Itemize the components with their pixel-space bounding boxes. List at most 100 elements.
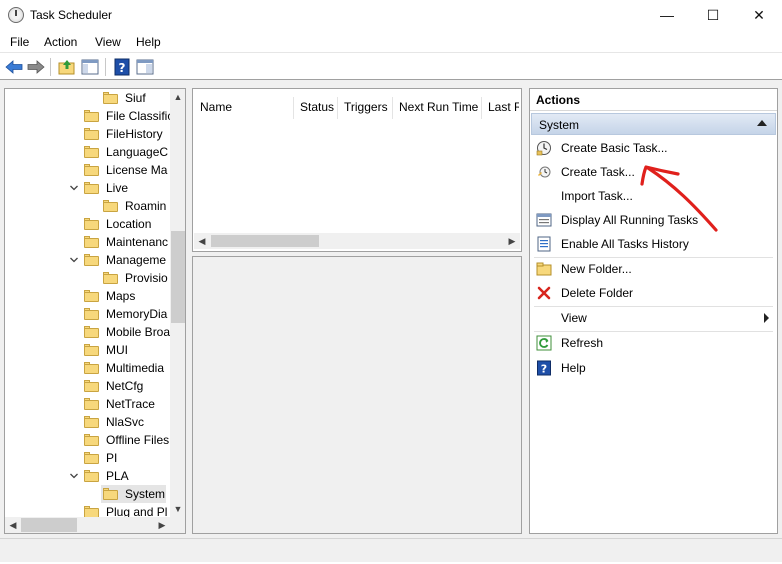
tree-item[interactable]: NetTrace <box>5 395 170 413</box>
folder-icon <box>84 362 100 374</box>
folder-icon <box>84 164 100 176</box>
tree-item[interactable]: FileHistory <box>5 125 170 143</box>
show-hide-action-pane-icon[interactable] <box>135 57 155 77</box>
folder-icon <box>84 110 100 122</box>
folder-icon <box>84 218 100 230</box>
column-last-run[interactable]: Last R <box>482 97 519 119</box>
scroll-left-icon[interactable]: ◀ <box>5 517 21 533</box>
tree-item[interactable]: NlaSvc <box>5 413 170 431</box>
action-view[interactable]: View <box>530 307 777 329</box>
refresh-icon <box>536 335 552 351</box>
forward-icon[interactable] <box>26 57 46 77</box>
tree-item-label: Location <box>106 217 152 231</box>
create-basic-task-icon <box>536 141 551 156</box>
tree-item[interactable]: Location <box>5 215 170 233</box>
task-list-horizontal-scrollbar[interactable]: ◀ ▶ <box>194 233 520 249</box>
action-help[interactable]: ? Help <box>530 357 777 379</box>
tree-item-label: NetTrace <box>106 397 155 411</box>
tree-item[interactable]: Manageme <box>5 251 170 269</box>
minimize-button[interactable]: — <box>644 0 690 31</box>
column-next-run-time[interactable]: Next Run Time <box>393 97 482 119</box>
tree-scroll-thumb[interactable] <box>171 231 185 323</box>
action-new-folder[interactable]: New Folder... <box>530 258 777 280</box>
up-folder-icon[interactable] <box>57 57 77 77</box>
tree-item-label: Provisio <box>125 271 168 285</box>
tree-item[interactable]: Maintenanc <box>5 233 170 251</box>
show-hide-tree-icon[interactable] <box>80 57 100 77</box>
maximize-button[interactable]: ☐ <box>690 0 736 31</box>
task-list-scroll-thumb[interactable] <box>211 235 319 247</box>
folder-icon <box>103 200 119 212</box>
tree-item[interactable]: NetCfg <box>5 377 170 395</box>
scroll-left-icon[interactable]: ◀ <box>194 233 210 249</box>
menu-file[interactable]: File <box>10 35 29 49</box>
chevron-down-icon[interactable] <box>69 471 79 481</box>
scroll-up-icon[interactable]: ▲ <box>170 89 185 105</box>
column-status[interactable]: Status <box>294 97 338 119</box>
menu-action[interactable]: Action <box>44 35 77 49</box>
folder-icon <box>84 182 100 194</box>
tree-item[interactable]: Mobile Broa <box>5 323 170 341</box>
actions-pane: Actions System Create Basic Task... Crea… <box>529 88 778 534</box>
back-icon[interactable] <box>4 57 24 77</box>
folder-icon <box>84 380 100 392</box>
tree-vertical-scrollbar[interactable]: ▲ ▼ <box>170 89 185 517</box>
folder-icon <box>84 326 100 338</box>
action-display-running-tasks[interactable]: Display All Running Tasks <box>530 209 777 231</box>
tree-item[interactable]: Siuf <box>5 89 170 107</box>
menu-help[interactable]: Help <box>136 35 161 49</box>
tree-item[interactable]: Multimedia <box>5 359 170 377</box>
action-label: New Folder... <box>561 262 632 276</box>
column-triggers[interactable]: Triggers <box>338 97 393 119</box>
action-label: Import Task... <box>561 189 633 203</box>
collapse-icon[interactable] <box>757 120 767 126</box>
action-label: Create Basic Task... <box>561 141 668 155</box>
actions-section-system[interactable]: System <box>531 113 776 135</box>
tree-item-label: System <box>125 487 166 501</box>
chevron-down-icon[interactable] <box>69 255 79 265</box>
tree-item-label: Offline Files <box>106 433 170 447</box>
tree-hscroll-thumb[interactable] <box>21 518 77 532</box>
tree-item[interactable]: File Classific <box>5 107 173 125</box>
tree-horizontal-scrollbar[interactable]: ◀ ▶ <box>5 517 170 533</box>
close-button[interactable]: ✕ <box>736 0 782 31</box>
action-import-task[interactable]: Import Task... <box>530 185 777 207</box>
action-create-task[interactable]: Create Task... <box>530 161 777 183</box>
folder-icon <box>84 398 100 410</box>
action-label: Help <box>561 361 586 375</box>
tree-item[interactable]: Provisio <box>5 269 170 287</box>
help-toolbar-icon[interactable]: ? <box>112 57 132 77</box>
tree-item[interactable]: System <box>101 485 166 503</box>
scroll-right-icon[interactable]: ▶ <box>504 233 520 249</box>
action-create-basic-task[interactable]: Create Basic Task... <box>530 137 777 159</box>
tree-item[interactable]: MemoryDia <box>5 305 170 323</box>
tree-item[interactable]: License Ma <box>5 161 170 179</box>
scroll-down-icon[interactable]: ▼ <box>170 501 185 517</box>
toolbar-separator <box>105 58 106 76</box>
window-title: Task Scheduler <box>30 8 113 22</box>
tree-item[interactable]: MUI <box>5 341 170 359</box>
action-delete-folder[interactable]: Delete Folder <box>530 282 777 304</box>
tree-item[interactable]: Offline Files <box>5 431 170 449</box>
action-refresh[interactable]: Refresh <box>530 332 777 354</box>
tasks-history-icon <box>537 236 551 252</box>
tree-item[interactable]: PLA <box>5 467 170 485</box>
menu-view[interactable]: View <box>95 35 121 49</box>
tree-item[interactable]: PI <box>5 449 170 467</box>
folder-icon <box>84 128 100 140</box>
chevron-down-icon[interactable] <box>69 183 79 193</box>
tree-item[interactable]: LanguageC <box>5 143 170 161</box>
action-enable-tasks-history[interactable]: Enable All Tasks History <box>530 233 777 255</box>
tree-item[interactable]: Live <box>5 179 170 197</box>
column-name[interactable]: Name <box>194 97 294 119</box>
folder-icon <box>84 470 100 482</box>
folder-icon <box>84 146 100 158</box>
folder-icon <box>84 434 100 446</box>
tree-item[interactable]: Maps <box>5 287 170 305</box>
tree-item-label: Manageme <box>106 253 167 267</box>
tree-item-label: PI <box>106 451 118 465</box>
tree-item[interactable]: Roamin <box>5 197 170 215</box>
new-folder-icon <box>536 262 552 276</box>
scroll-right-icon[interactable]: ▶ <box>154 517 170 533</box>
status-bar <box>0 538 782 562</box>
